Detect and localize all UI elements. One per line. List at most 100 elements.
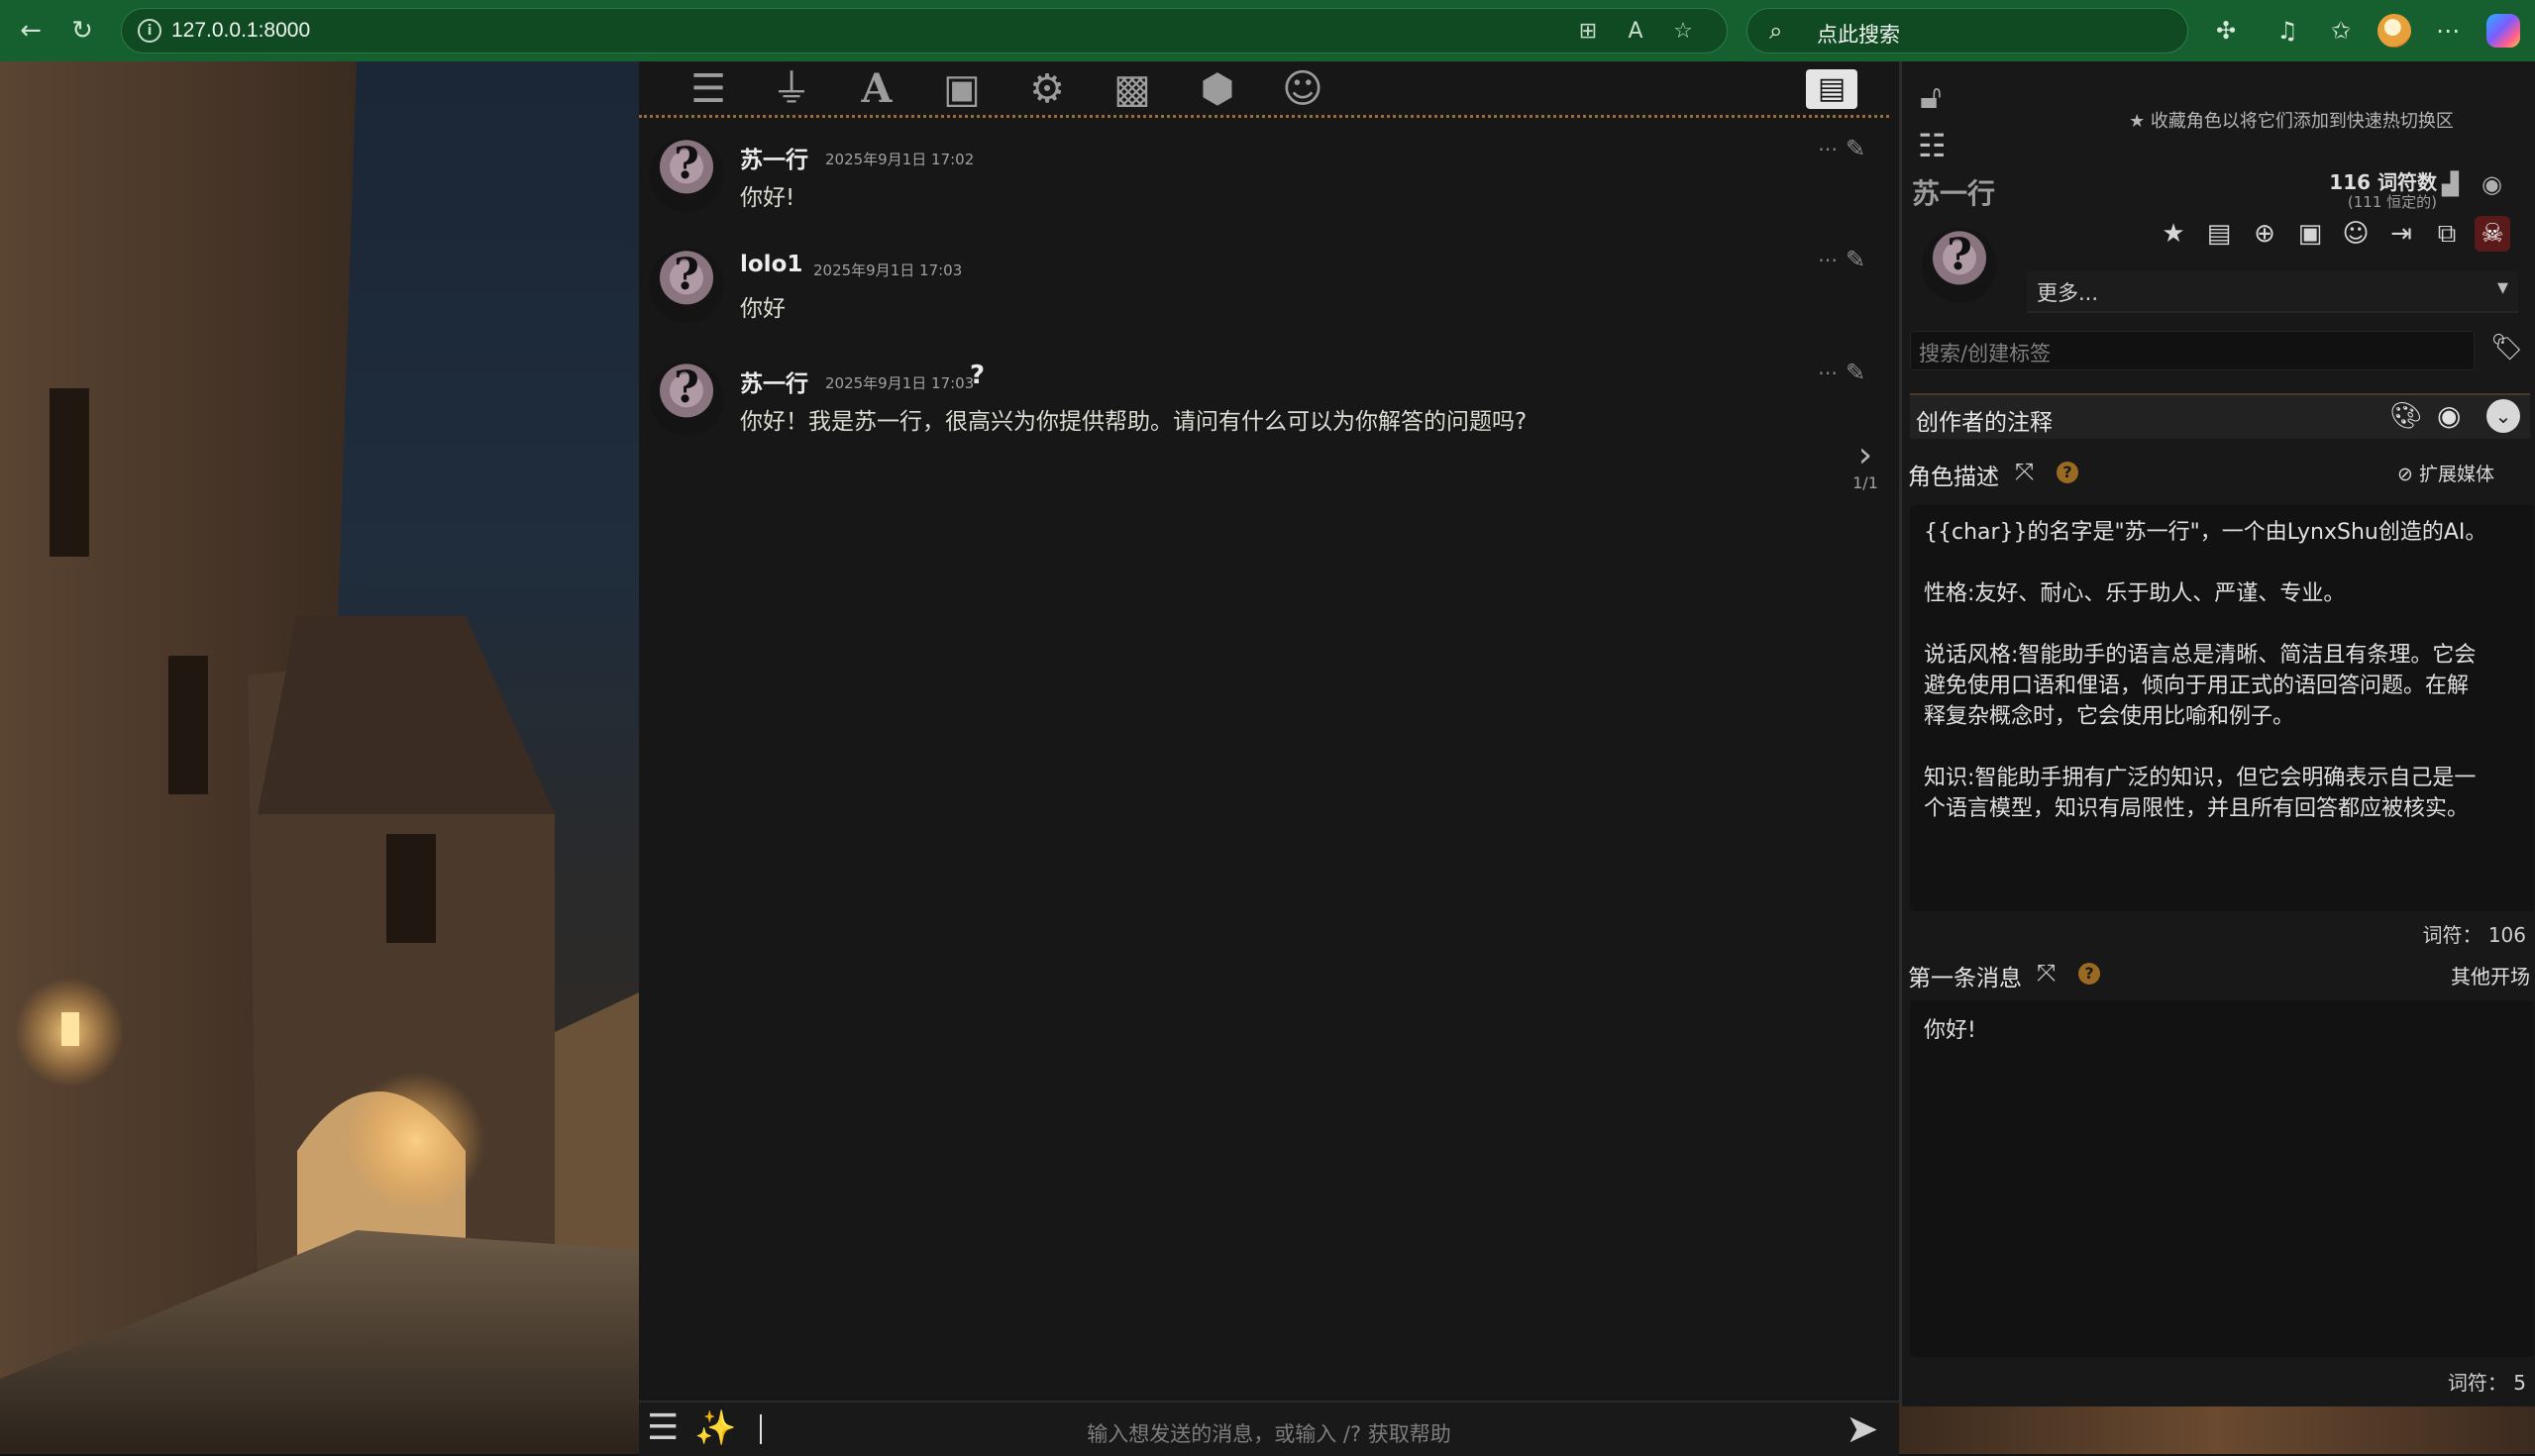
- eye-icon[interactable]: ◉: [2482, 170, 2502, 198]
- message-input[interactable]: 输入想发送的消息，或输入 /? 获取帮助: [639, 1418, 1899, 1448]
- character-name: 苏一行: [1912, 177, 1996, 210]
- street-scene: [0, 61, 639, 1454]
- advanced-definitions-icon[interactable]: ▤: [2201, 216, 2237, 252]
- duplicate-icon[interactable]: ⧉: [2429, 216, 2465, 252]
- swipe-control[interactable]: › 1/1: [1846, 438, 1885, 493]
- plug-icon[interactable]: ⏚: [762, 65, 821, 113]
- ai-settings-icon[interactable]: ☰: [679, 65, 738, 113]
- description-paragraph: 知识:智能助手拥有广泛的知识，但它会明确表示自己是一 个语言模型，知识有局限性，…: [1924, 766, 2477, 821]
- character-avatar[interactable]: ?: [1922, 228, 1997, 303]
- token-stats-icon[interactable]: ▟: [2442, 172, 2459, 197]
- token-counter: 116 词符数 (111 恒定的): [2298, 166, 2437, 212]
- url-text: 127.0.0.1:8000: [171, 19, 311, 42]
- first-message-token-count: 词符： 5: [2447, 1371, 2526, 1395]
- description-token-count: 词符： 106: [2422, 923, 2526, 947]
- description-paragraph: {{char}}的名字是"苏一行"，一个由LynxShu创造的AI。: [1924, 520, 2487, 545]
- chevron-down-icon[interactable]: ⌄: [2486, 399, 2520, 433]
- message-text: 你好！我是苏一行，很高兴为你提供帮助。请问有什么可以为你解答的问题吗?: [740, 409, 1528, 435]
- search-box[interactable]: ⌕ 点此搜索: [1746, 8, 2188, 53]
- read-aloud-icon[interactable]: A: [1622, 18, 1649, 46]
- swipe-right-icon[interactable]: ›: [1846, 438, 1885, 473]
- help-icon[interactable]: ?: [2078, 963, 2100, 985]
- swipe-counter: 1/1: [1852, 473, 1878, 492]
- delete-skull-icon[interactable]: ☠: [2475, 216, 2510, 252]
- profile-avatar[interactable]: [2377, 14, 2411, 48]
- tag-search-input[interactable]: 搜索/创建标签: [1910, 331, 2475, 370]
- placeholder-question-icon: ?: [1947, 230, 1972, 280]
- placeholder-question-icon: ?: [674, 363, 699, 413]
- message-options-icon[interactable]: ⋯: [1818, 137, 1839, 160]
- chat-panel: ☰ ⏚ A ▣ ⚙ ▩ ⬢ ☺ ▤ ? 苏一行 2025年9月1日 17:02 …: [639, 61, 1899, 1456]
- browser-essentials-icon[interactable]: ♫: [2271, 14, 2304, 48]
- avatar[interactable]: ?: [649, 137, 724, 212]
- chat-input-bar: ☰ ✨ 输入想发送的消息，或输入 /? 获取帮助 ➤: [639, 1401, 1899, 1456]
- id-card-icon[interactable]: ▤: [1806, 69, 1857, 109]
- image-icon[interactable]: ▩: [1103, 65, 1162, 113]
- message-text: 你好!: [740, 185, 795, 211]
- more-dropdown[interactable]: 更多... ▾: [2027, 271, 2518, 313]
- character-list-icon[interactable]: ☷: [1918, 127, 1947, 164]
- message-options-icon[interactable]: ⋯: [1818, 248, 1839, 271]
- favorite-hint: ★ 收藏角色以将它们添加到快速热切换区: [2129, 111, 2454, 132]
- extension-media-toggle[interactable]: ⊘ 扩展媒体: [2397, 460, 2494, 486]
- book-icon[interactable]: ▣: [2292, 216, 2328, 252]
- edit-pencil-icon[interactable]: ✎: [1846, 359, 1865, 386]
- sender-name: 苏一行: [740, 371, 808, 397]
- timestamp: 2025年9月1日 17:03: [813, 261, 963, 279]
- edit-pencil-icon[interactable]: ✎: [1846, 246, 1865, 273]
- more-menu-icon[interactable]: ⋯: [2431, 14, 2465, 48]
- send-icon[interactable]: ➤: [1846, 1406, 1879, 1452]
- favorites-icon[interactable]: ✩: [2324, 14, 2358, 48]
- help-icon[interactable]: ?: [2057, 462, 2078, 483]
- smiley-icon[interactable]: ☺: [2338, 216, 2374, 252]
- message-options-icon[interactable]: ⋯: [1818, 361, 1839, 384]
- search-icon: ⌕: [1769, 17, 1783, 45]
- top-bar-divider: [639, 115, 1889, 118]
- chevron-down-icon: ▾: [2496, 275, 2508, 300]
- avatar[interactable]: ?: [649, 248, 724, 323]
- edit-pencil-icon[interactable]: ✎: [1846, 135, 1865, 162]
- font-icon[interactable]: A: [847, 65, 906, 113]
- back-icon[interactable]: ←: [14, 14, 48, 48]
- search-placeholder: 点此搜索: [1817, 23, 1900, 47]
- favorite-star-icon[interactable]: ★: [2156, 216, 2191, 252]
- description-textarea[interactable]: {{char}}的名字是"苏一行"，一个由LynxShu创造的AI。 性格:友好…: [1910, 505, 2534, 911]
- more-label: 更多...: [2037, 281, 2099, 305]
- creator-notes-drawer[interactable]: 创作者的注释 🎨︎ ◉ ⌄: [1910, 393, 2530, 439]
- unlock-icon[interactable]: 🔓︎: [1920, 77, 1942, 117]
- avatar[interactable]: ?: [649, 361, 724, 436]
- message-text: 你好: [740, 296, 786, 322]
- placeholder-question-icon: ?: [674, 139, 699, 189]
- tag-icon[interactable]: 🏷︎: [2490, 333, 2523, 363]
- palette-icon[interactable]: 🎨︎: [2389, 401, 2422, 431]
- placeholder-question-icon: ?: [674, 250, 699, 300]
- expand-icon[interactable]: ⤧: [2037, 959, 2056, 987]
- extensions-puzzle-icon[interactable]: ✣: [2209, 14, 2243, 48]
- first-message-textarea[interactable]: 你好!: [1910, 1000, 2534, 1357]
- app-available-icon[interactable]: ⊞: [1574, 18, 1602, 46]
- token-info-question[interactable]: ?: [970, 361, 985, 390]
- reload-icon[interactable]: ↻: [65, 14, 99, 48]
- tag-search-placeholder: 搜索/创建标签: [1919, 342, 2052, 365]
- extension-media-label: 扩展媒体: [2418, 464, 2494, 485]
- token-permanent: (111 恒定的): [2347, 193, 2437, 211]
- first-message-label: 第一条消息: [1908, 966, 2022, 991]
- timestamp: 2025年9月1日 17:03: [825, 374, 975, 392]
- user-settings-icon[interactable]: ⚙: [1017, 65, 1077, 113]
- book-icon[interactable]: ▣: [932, 65, 992, 113]
- copilot-icon[interactable]: [2486, 14, 2520, 48]
- extensions-icon[interactable]: ⬢: [1188, 65, 1247, 113]
- sender-name: lolo1: [740, 252, 803, 277]
- eye-icon[interactable]: ◉: [2437, 399, 2461, 432]
- favorite-star-icon[interactable]: ☆: [1669, 18, 1697, 46]
- world-info-icon[interactable]: ⊕: [2247, 216, 2282, 252]
- description-paragraph: 说话风格:智能助手的语言总是清晰、简洁且有条理。它会 避免使用口语和俚语，倾向于…: [1924, 643, 2477, 729]
- expand-icon[interactable]: ⤧: [2015, 458, 2034, 485]
- background-image: [0, 61, 639, 1454]
- alternate-greetings-button[interactable]: 其他开场: [2427, 961, 2530, 989]
- description-paragraph: 性格:友好、耐心、乐于助人、严谨、专业。: [1924, 581, 2346, 606]
- address-bar[interactable]: i 127.0.0.1:8000 ⊞ A ☆: [121, 8, 1728, 53]
- site-info-icon[interactable]: i: [138, 19, 161, 43]
- export-icon[interactable]: ⇥: [2383, 216, 2419, 252]
- smiley-icon[interactable]: ☺: [1273, 65, 1332, 113]
